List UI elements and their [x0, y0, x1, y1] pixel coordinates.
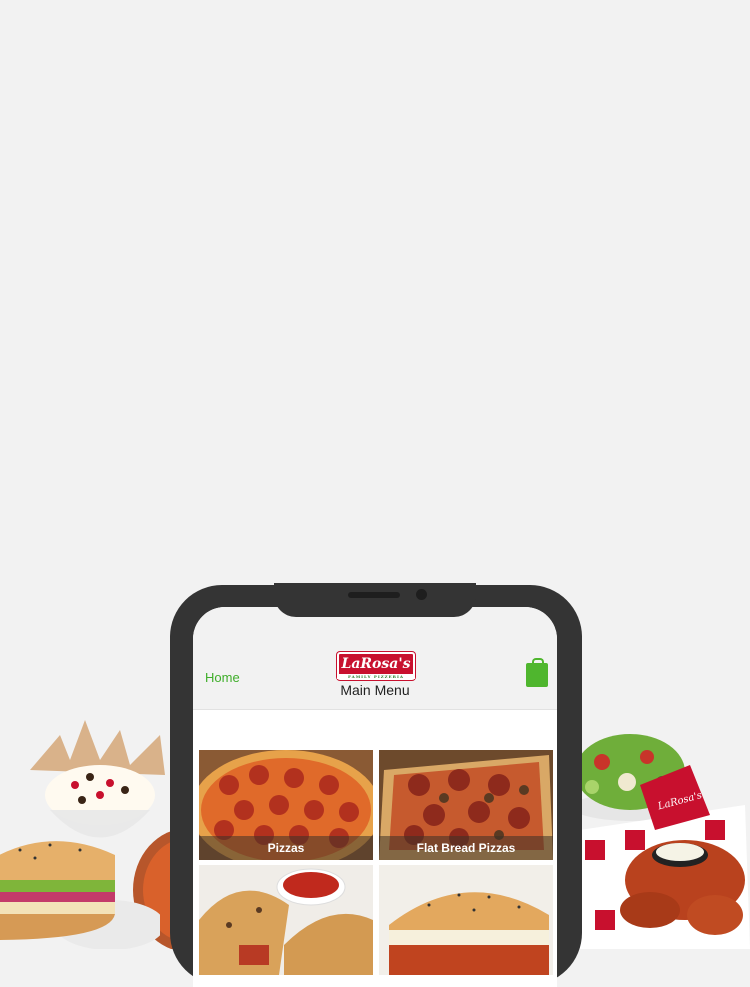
phone-mockup: Home LaRosa's FAMILY PIZZERIA Main Menu — [170, 583, 582, 987]
menu-tile-flat-bread-pizzas[interactable]: Flat Bread Pizzas — [379, 750, 553, 860]
speaker-grille — [348, 592, 400, 598]
sub-sandwich-image — [0, 841, 160, 949]
shopping-bag-icon[interactable] — [526, 658, 548, 687]
logo-subtext: FAMILY PIZZERIA — [337, 674, 415, 679]
tile-caption: Flat Bread Pizzas — [379, 836, 553, 860]
menu-tile-sandwiches[interactable] — [379, 865, 553, 975]
menu-tile-calzones[interactable] — [199, 865, 373, 975]
logo-text: LaRosa's — [341, 656, 411, 672]
menu-grid: Pizzas Flat Bread Pizzas — [193, 710, 557, 987]
larosas-logo: LaRosa's FAMILY PIZZERIA — [337, 652, 415, 680]
page-title: Main Menu — [340, 682, 410, 698]
sandwich-image — [379, 865, 553, 975]
chicken-wings-image: LaRosa's — [575, 765, 750, 949]
phone-screen: Home LaRosa's FAMILY PIZZERIA Main Menu — [193, 607, 557, 987]
front-camera — [416, 589, 427, 600]
phone-notch — [274, 583, 476, 617]
tile-caption: Pizzas — [199, 836, 373, 860]
calzone-image — [199, 865, 373, 975]
menu-tile-pizzas[interactable]: Pizzas — [199, 750, 373, 860]
app-header: Home LaRosa's FAMILY PIZZERIA Main Menu — [193, 607, 557, 710]
